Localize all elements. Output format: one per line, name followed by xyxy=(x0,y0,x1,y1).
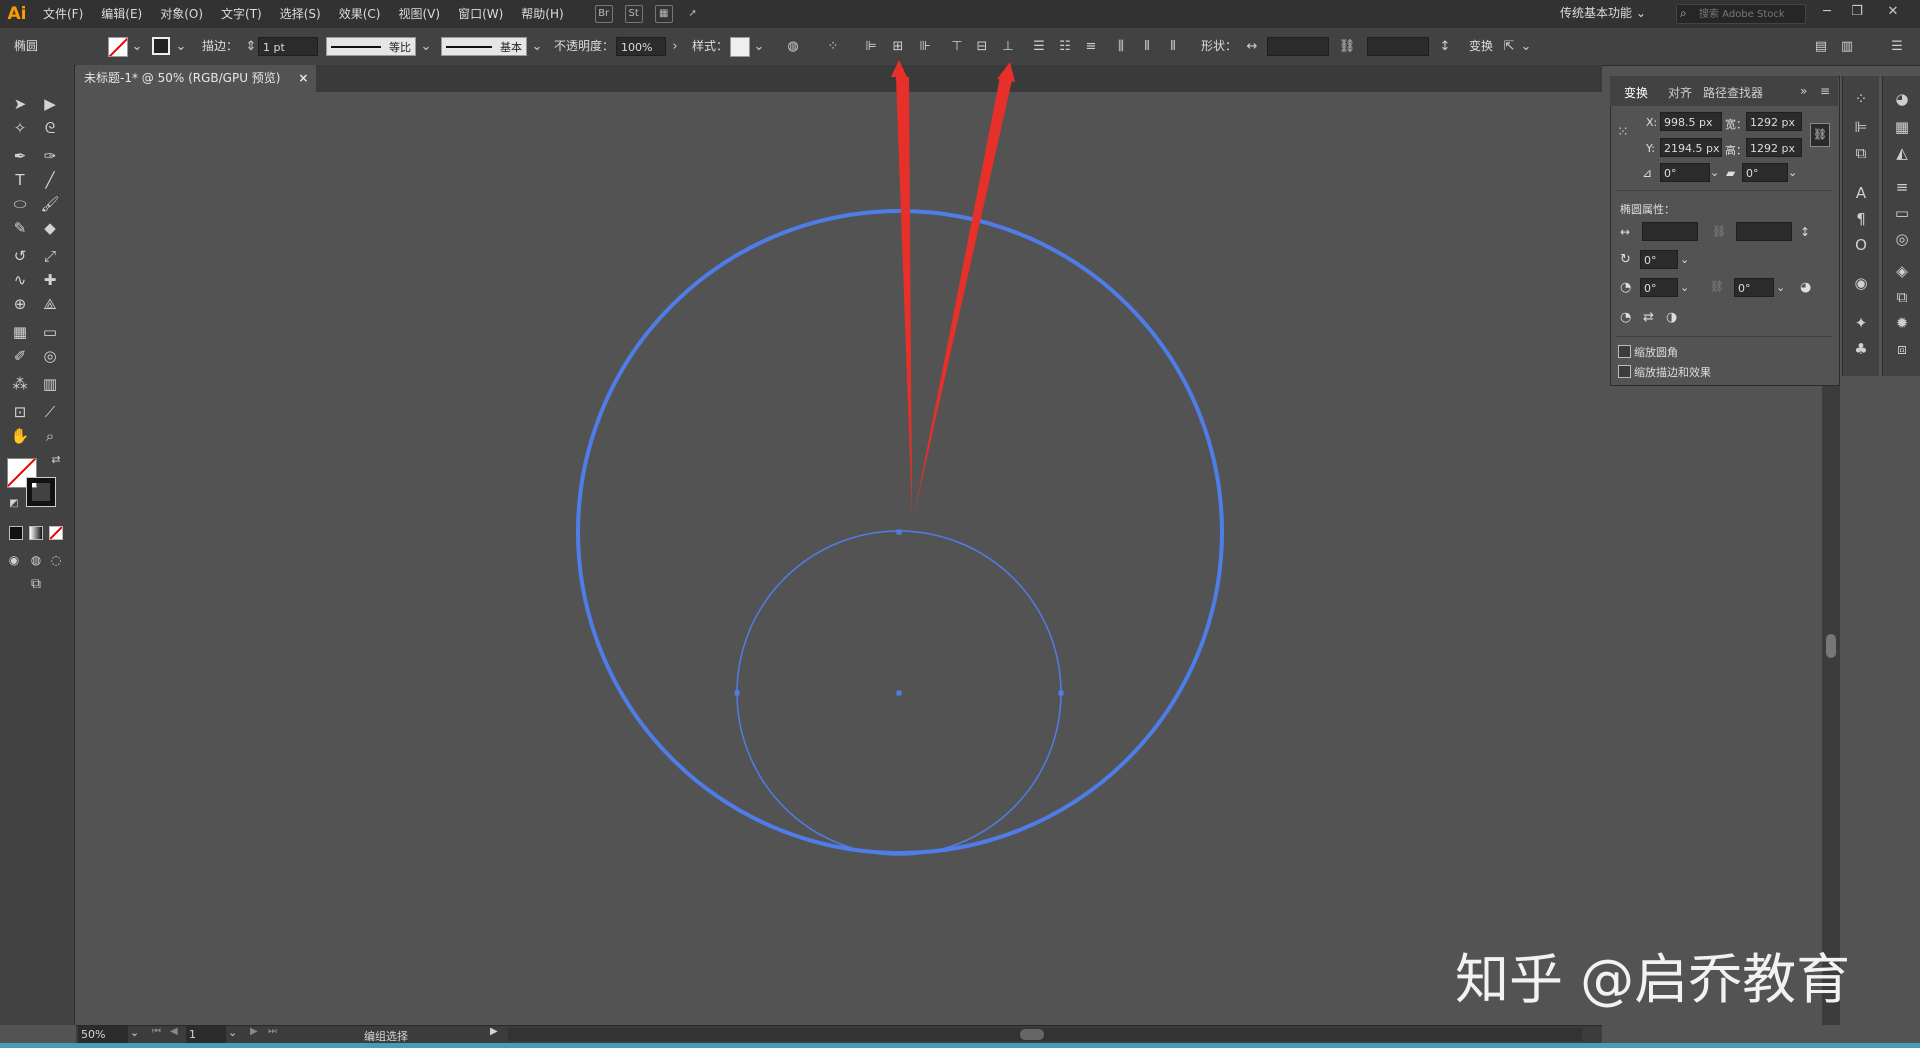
pie-end-field[interactable]: 0° xyxy=(1734,278,1774,297)
x-label: X: xyxy=(1646,116,1658,129)
panel-divider xyxy=(1616,336,1832,337)
chevron-down-icon[interactable]: ⌄ xyxy=(1680,281,1689,294)
artboard-number: 1 xyxy=(189,1028,196,1041)
gradient-panel-icon[interactable]: ▭ xyxy=(1890,202,1914,224)
annotation-arrow-right-head xyxy=(997,62,1015,82)
horizontal-scrollbar[interactable] xyxy=(508,1028,1582,1041)
status-menu-icon[interactable]: ▶ xyxy=(490,1026,498,1037)
height-label: 高： xyxy=(1725,144,1747,157)
panel-divider xyxy=(1616,190,1832,191)
asset-export-panel-icon[interactable]: ✹ xyxy=(1890,312,1914,334)
layers-panel-icon[interactable]: ◈ xyxy=(1890,260,1914,282)
chevron-down-icon[interactable]: ⌄ xyxy=(1776,281,1785,294)
transform-panel-icon[interactable]: ⁘ xyxy=(1849,88,1873,110)
reference-point-icon[interactable]: ⁙ xyxy=(1617,124,1635,142)
tab-pathfinder[interactable]: 路径查找器 xyxy=(1703,84,1763,101)
align-panel-icon[interactable]: ⊫ xyxy=(1849,116,1873,138)
transparency-panel-icon[interactable]: ◎ xyxy=(1890,228,1914,250)
links-panel-icon[interactable]: ⧈ xyxy=(1890,338,1914,360)
zoom-field[interactable]: 50% xyxy=(78,1026,128,1043)
annotation-arrow-left xyxy=(896,77,912,515)
anchor-point-right[interactable] xyxy=(1058,690,1064,696)
constrain-proportions-link-icon[interactable]: ⛓ xyxy=(1810,123,1830,147)
scale-strokes-checkbox[interactable] xyxy=(1618,365,1631,378)
collapse-panel-icon[interactable]: » xyxy=(1800,84,1807,98)
rotate-icon: ⊿ xyxy=(1642,166,1653,180)
shear-field[interactable]: 0° xyxy=(1742,163,1788,182)
first-artboard-icon[interactable]: ⏮ xyxy=(152,1026,161,1037)
paragraph-panel-icon[interactable]: ¶ xyxy=(1849,208,1873,230)
scale-corners-label: 缩放圆角 xyxy=(1634,346,1678,359)
y-label: Y: xyxy=(1646,142,1655,155)
transform-panel-tabs: 变换 对齐 路径查找器 » ≡ xyxy=(1610,76,1838,106)
swatches-panel-icon[interactable]: ▦ xyxy=(1890,116,1914,138)
pie-end-icon: ◕ xyxy=(1800,280,1812,295)
height-field[interactable]: 1292 px xyxy=(1746,138,1802,157)
color-panel-icon[interactable]: ◕ xyxy=(1890,88,1914,110)
color-guide-panel-icon[interactable]: ◭ xyxy=(1890,142,1914,164)
horizontal-scroll-thumb[interactable] xyxy=(1020,1029,1044,1040)
width-label: 宽： xyxy=(1725,118,1747,131)
status-mode-label: 编组选择 xyxy=(364,1030,408,1043)
shear-icon: ▰ xyxy=(1726,166,1736,180)
tab-align[interactable]: 对齐 xyxy=(1668,84,1692,101)
brushes-panel-icon[interactable]: ✦ xyxy=(1849,312,1873,334)
width-field[interactable]: 1292 px xyxy=(1746,112,1802,131)
rotate-field[interactable]: 0° xyxy=(1660,163,1710,182)
artboard-field[interactable]: 1 xyxy=(186,1026,226,1043)
ellipse-properties-label: 椭圆属性： xyxy=(1620,203,1675,216)
center-point xyxy=(896,690,902,696)
panel-menu-icon[interactable]: ≡ xyxy=(1820,84,1830,98)
zoom-value: 50% xyxy=(81,1028,106,1041)
scale-strokes-label: 缩放描边和效果 xyxy=(1634,366,1711,379)
pathfinder-panel-icon[interactable]: ⧉ xyxy=(1849,142,1873,164)
chevron-down-icon[interactable]: ⌄ xyxy=(130,1026,139,1039)
vertical-scroll-thumb[interactable] xyxy=(1826,634,1836,658)
annotation-arrow-left-head xyxy=(891,60,907,77)
x-field[interactable]: 998.5 px xyxy=(1660,112,1722,131)
ellipse-angle-icon: ↻ xyxy=(1620,252,1631,267)
pie-start-field[interactable]: 0° xyxy=(1640,278,1678,297)
next-artboard-icon[interactable]: ▶ xyxy=(250,1026,258,1037)
reset-pie-icon[interactable]: ◑ xyxy=(1666,310,1677,325)
chevron-down-icon[interactable]: ⌄ xyxy=(1710,166,1719,179)
anchor-point-top[interactable] xyxy=(896,529,902,535)
pie-start-icon-small[interactable]: ◔ xyxy=(1620,310,1631,325)
stroke-panel-icon[interactable]: ≡ xyxy=(1890,176,1914,198)
symbols-panel-icon[interactable]: ♣ xyxy=(1849,338,1873,360)
watermark: 知乎 @启乔教育 xyxy=(1455,948,1851,1011)
ellipse-width-field[interactable] xyxy=(1642,222,1698,241)
ellipse-height-icon: ↕ xyxy=(1800,225,1811,239)
tab-transform[interactable]: 变换 xyxy=(1624,84,1648,101)
status-bar: 50% ⌄ ⏮ ◀ 1 ⌄ ▶ ⏭ 编组选择 ▶ xyxy=(76,1025,1602,1044)
os-taskbar xyxy=(0,1043,1920,1048)
chevron-down-icon[interactable]: ⌄ xyxy=(1788,166,1797,179)
panel-dock-left: ⁘ ⊫ ⧉ A ¶ O ◉ ✦ ♣ xyxy=(1842,76,1879,376)
anchor-point-left[interactable] xyxy=(734,690,740,696)
link-pie-icon[interactable]: ⛓ xyxy=(1710,280,1724,293)
swap-pie-icon[interactable]: ⇄ xyxy=(1643,310,1654,325)
y-field[interactable]: 2194.5 px xyxy=(1660,138,1722,157)
appearance-panel-icon[interactable]: ◉ xyxy=(1849,272,1873,294)
chevron-down-icon[interactable]: ⌄ xyxy=(1680,253,1689,266)
chevron-down-icon[interactable]: ⌄ xyxy=(228,1026,237,1039)
annotation-arrow-right xyxy=(914,77,1012,515)
opentype-panel-icon[interactable]: O xyxy=(1849,234,1873,256)
previous-artboard-icon[interactable]: ◀ xyxy=(170,1026,178,1037)
scale-corners-checkbox[interactable] xyxy=(1618,345,1631,358)
ellipse-width-icon: ↔ xyxy=(1620,225,1631,239)
artboards-panel-icon[interactable]: ⧉ xyxy=(1890,286,1914,308)
pie-start-icon: ◔ xyxy=(1620,280,1632,295)
panel-dock-right: ◕ ▦ ◭ ≡ ▭ ◎ ◈ ⧉ ✹ ⧈ xyxy=(1882,76,1920,376)
ellipse-angle-field[interactable]: 0° xyxy=(1640,250,1678,269)
link-icon[interactable]: ⛓ xyxy=(1712,225,1726,238)
character-panel-icon[interactable]: A xyxy=(1849,182,1873,204)
last-artboard-icon[interactable]: ⏭ xyxy=(268,1026,277,1037)
ellipse-height-field[interactable] xyxy=(1736,222,1792,241)
